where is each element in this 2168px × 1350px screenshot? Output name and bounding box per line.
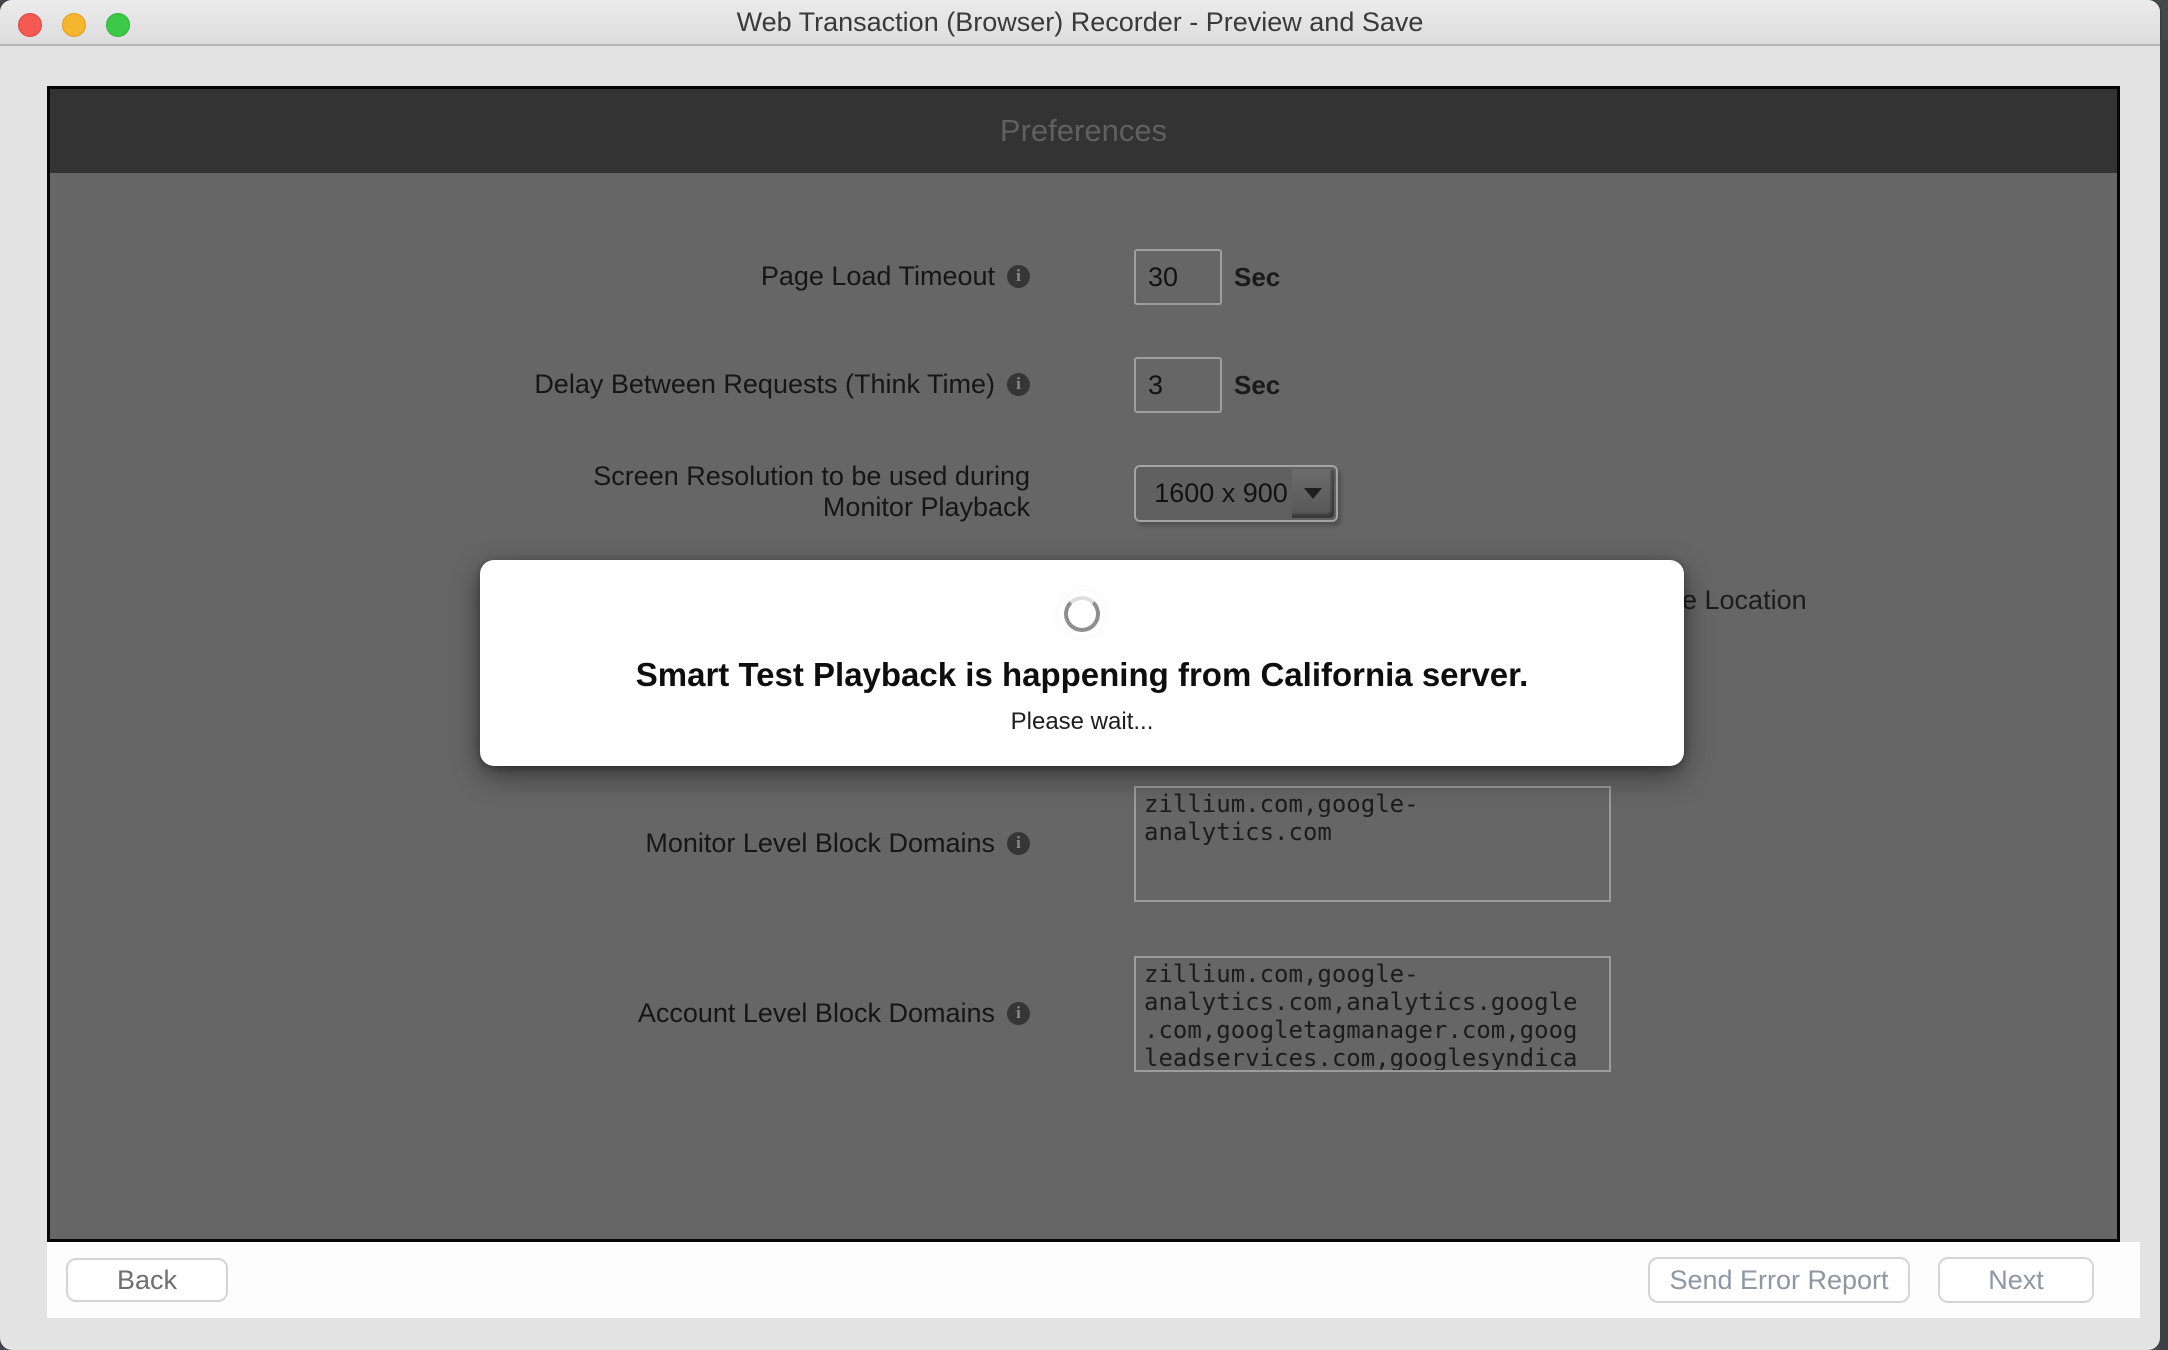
monitor-block-domains-label: Monitor Level Block Domains: [645, 828, 995, 859]
page-load-timeout-input[interactable]: [1134, 249, 1222, 305]
window-titlebar: Web Transaction (Browser) Recorder - Pre…: [0, 0, 2160, 46]
panel-header: Preferences: [50, 89, 2117, 173]
monitor-block-domains-textarea[interactable]: zillium.com,google- analytics.com: [1134, 786, 1611, 902]
chevron-down-icon: [1304, 488, 1322, 499]
dialog-title: Smart Test Playback is happening from Ca…: [636, 656, 1529, 694]
page-load-timeout-label: Page Load Timeout: [761, 261, 995, 292]
account-block-domains-textarea[interactable]: zillium.com,google- analytics.com,analyt…: [1134, 956, 1611, 1072]
loading-spinner-icon: [1064, 596, 1100, 632]
footer-action-bar: Back Send Error Report Next: [47, 1242, 2140, 1318]
think-time-input[interactable]: [1134, 357, 1222, 413]
think-time-unit: Sec: [1234, 357, 1280, 413]
traffic-lights: [18, 13, 130, 37]
screen-resolution-label: Screen Resolution to be used during Moni…: [560, 461, 1030, 523]
account-block-domains-label: Account Level Block Domains: [638, 998, 995, 1029]
back-button[interactable]: Back: [66, 1258, 228, 1302]
think-time-label: Delay Between Requests (Think Time): [534, 369, 995, 400]
think-time-label-row: Delay Between Requests (Think Time) i: [50, 356, 1030, 412]
zoom-window-icon[interactable]: [106, 13, 130, 37]
obscured-label-fragment: e Location: [1682, 585, 1807, 616]
dropdown-button[interactable]: [1292, 469, 1334, 518]
page-load-timeout-unit: Sec: [1234, 249, 1280, 305]
playback-progress-dialog: Smart Test Playback is happening from Ca…: [480, 560, 1684, 766]
info-icon[interactable]: i: [1007, 1002, 1030, 1025]
app-window: Web Transaction (Browser) Recorder - Pre…: [0, 0, 2160, 1350]
account-block-domains-label-row: Account Level Block Domains i: [50, 985, 1030, 1041]
info-icon[interactable]: i: [1007, 832, 1030, 855]
close-window-icon[interactable]: [18, 13, 42, 37]
send-error-report-button[interactable]: Send Error Report: [1648, 1257, 1910, 1303]
desktop-background-sliver: [2160, 40, 2168, 1350]
window-title: Web Transaction (Browser) Recorder - Pre…: [0, 0, 2160, 44]
screen-resolution-label-row: Screen Resolution to be used during Moni…: [50, 460, 1030, 524]
resolution-select[interactable]: 1600 x 900: [1134, 465, 1338, 522]
panel-title: Preferences: [1000, 113, 1167, 149]
info-icon[interactable]: i: [1007, 265, 1030, 288]
dialog-subtitle: Please wait...: [1011, 708, 1154, 736]
page-load-timeout-label-row: Page Load Timeout i: [50, 248, 1030, 304]
info-icon[interactable]: i: [1007, 373, 1030, 396]
minimize-window-icon[interactable]: [62, 13, 86, 37]
monitor-block-domains-label-row: Monitor Level Block Domains i: [50, 815, 1030, 871]
next-button[interactable]: Next: [1938, 1257, 2094, 1303]
